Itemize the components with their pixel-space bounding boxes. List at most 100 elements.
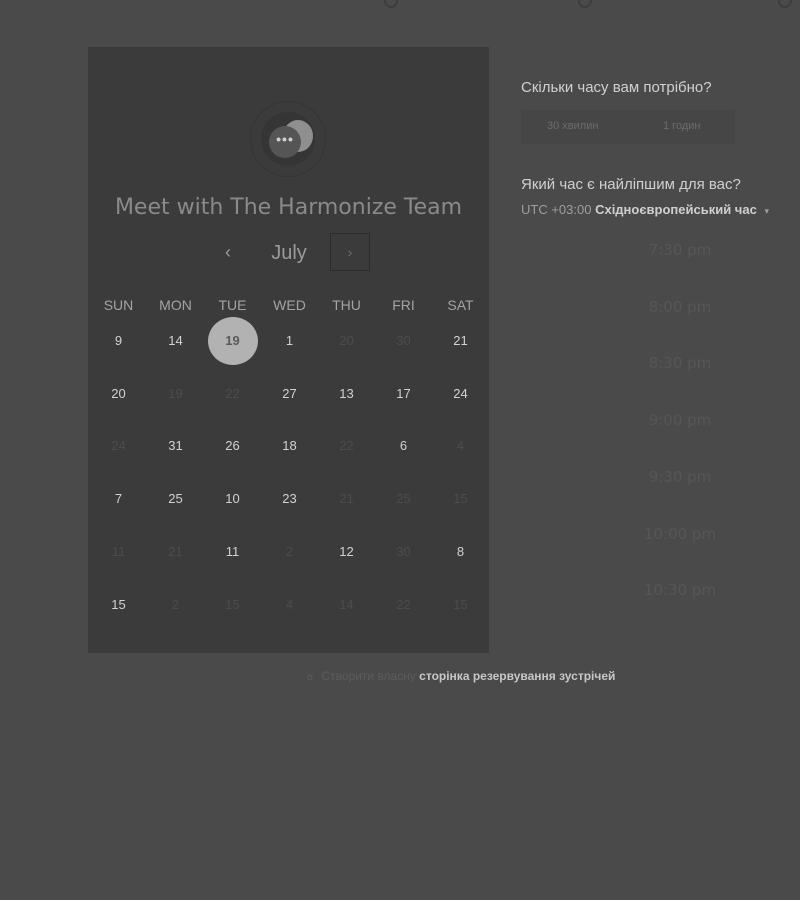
- calendar-day: 15: [432, 473, 489, 525]
- calendar-day-number: 21: [453, 333, 468, 348]
- calendar-day[interactable]: 11: [204, 526, 261, 578]
- time-question: Який час є найліпшим для вас?: [521, 176, 741, 193]
- calendar-day: 22: [318, 420, 375, 472]
- calendar-day[interactable]: 12: [318, 526, 375, 578]
- calendar-day-number: 12: [339, 543, 354, 559]
- calendar-day-number: 27: [282, 385, 297, 401]
- calendar-day: 21: [147, 526, 204, 578]
- month-navigation: ‹ July ›: [88, 233, 489, 273]
- calendar-day-number: 13: [339, 385, 354, 401]
- duration-option-1hour[interactable]: 1 годин: [663, 120, 700, 132]
- time-slot[interactable]: 9:30 pm: [605, 468, 755, 486]
- weekday-label: FRI: [392, 297, 415, 313]
- calendar-day[interactable]: 31: [147, 420, 204, 472]
- duration-option-30min[interactable]: 30 хвилин: [547, 120, 598, 132]
- chat-bubbles-icon: •••: [269, 126, 301, 158]
- calendar-day-number: 8: [456, 543, 465, 559]
- calendar-day-number: 15: [453, 596, 468, 612]
- calendar-day-number: 22: [339, 438, 354, 454]
- next-month-button[interactable]: ›: [330, 233, 370, 271]
- calendar-day[interactable]: 27: [261, 368, 318, 420]
- time-slot[interactable]: 7:30 pm: [605, 241, 755, 259]
- weekday-label: TUE: [218, 297, 247, 313]
- calendar-day[interactable]: 7: [90, 473, 147, 525]
- calendar-day-number: 25: [396, 491, 411, 507]
- calendar-day[interactable]: 23: [261, 473, 318, 525]
- weekday-label: THU: [332, 297, 361, 313]
- calendar-grid: 9 14 19 1 20 30 21 20 19 22 27 13 17 24 24 31 26 18 22 6 4 7 2…: [90, 315, 490, 635]
- calendar-day[interactable]: 26: [204, 420, 261, 472]
- time-slot[interactable]: 8:00 pm: [605, 298, 755, 316]
- calendar-day-number: 15: [453, 491, 468, 507]
- top-toolbar: [0, 0, 800, 8]
- duration-question: Скільки часу вам потрібно?: [521, 79, 712, 96]
- calendar-day: 15: [432, 579, 489, 631]
- calendar-day[interactable]: 13: [318, 368, 375, 420]
- month-label: July: [271, 242, 307, 264]
- prev-month-button[interactable]: ‹: [218, 239, 238, 265]
- calendar-day-number: 1: [285, 333, 294, 348]
- spark-icon: ☼: [305, 671, 316, 683]
- footer-prefix: Створити власну: [321, 669, 416, 683]
- calendar-day: 25: [375, 473, 432, 525]
- calendar-day-number: 19: [225, 333, 240, 348]
- calendar-day-number: 26: [225, 438, 240, 454]
- calendar-day-number: 24: [111, 438, 126, 454]
- calendar-day[interactable]: 8: [432, 526, 489, 578]
- calendar-day-number: 22: [396, 596, 411, 612]
- calendar-day-number: 11: [225, 543, 240, 559]
- time-slot[interactable]: 8:30 pm: [605, 354, 755, 372]
- toolbar-icon[interactable]: [384, 0, 398, 8]
- calendar-day-number: 24: [453, 385, 468, 401]
- calendar-day-number: 17: [396, 385, 411, 401]
- calendar-day-number: 4: [285, 596, 294, 612]
- time-slot[interactable]: 9:00 pm: [605, 411, 755, 429]
- booking-card: ••• Meet with The Harmonize Team ‹ July …: [88, 47, 489, 653]
- time-slot[interactable]: 10:30 pm: [605, 581, 755, 599]
- calendar-day-number: 2: [171, 596, 180, 612]
- chevron-down-icon: ▾: [764, 206, 769, 216]
- calendar-day: 30: [375, 315, 432, 367]
- calendar-day[interactable]: 21: [432, 315, 489, 367]
- calendar-day[interactable]: 15: [90, 579, 147, 631]
- calendar-day-number: 14: [339, 596, 354, 612]
- calendar-day: 2: [261, 526, 318, 578]
- calendar-day: 30: [375, 526, 432, 578]
- avatar-circle: •••: [261, 112, 315, 166]
- weekday-label: SUN: [103, 297, 134, 313]
- calendar-day[interactable]: 24: [432, 368, 489, 420]
- calendar-day-number: 30: [396, 543, 411, 559]
- calendar-day-number: 6: [399, 438, 408, 454]
- calendar-day-selected[interactable]: 19: [204, 315, 261, 367]
- footer-promo: ☼ Створити власну сторінка резервування …: [305, 669, 615, 683]
- toolbar-icon[interactable]: [578, 0, 592, 8]
- calendar-day[interactable]: 6: [375, 420, 432, 472]
- calendar-day[interactable]: 20: [90, 368, 147, 420]
- weekday-label: MON: [159, 297, 192, 313]
- time-slot[interactable]: 10:00 pm: [605, 525, 755, 543]
- calendar-day: 19: [147, 368, 204, 420]
- calendar-day[interactable]: 14: [147, 315, 204, 367]
- calendar-day: 4: [432, 420, 489, 472]
- calendar-day-number: 2: [285, 543, 294, 559]
- calendar-day[interactable]: 18: [261, 420, 318, 472]
- timezone-name: Східноєвропейський час: [595, 202, 757, 217]
- calendar-day: 20: [318, 315, 375, 367]
- calendar-day[interactable]: 25: [147, 473, 204, 525]
- toolbar-icon[interactable]: [778, 0, 792, 8]
- duration-selector: 30 хвилин 1 годин: [521, 110, 735, 144]
- team-avatar: •••: [250, 101, 326, 177]
- calendar-day[interactable]: 10: [204, 473, 261, 525]
- calendar-day[interactable]: 1: [261, 315, 318, 367]
- calendar-day[interactable]: 9: [90, 315, 147, 367]
- calendar-day-number: 14: [168, 333, 183, 348]
- booking-page-link[interactable]: сторінка резервування зустрічей: [419, 669, 615, 683]
- weekday-header: SUN MON TUE WED THU FRI SAT: [90, 297, 490, 317]
- calendar-day: 24: [90, 420, 147, 472]
- weekday-label: SAT: [447, 297, 474, 313]
- calendar-day: 21: [318, 473, 375, 525]
- calendar-day[interactable]: 17: [375, 368, 432, 420]
- timezone-selector[interactable]: UTC +03:00 Східноєвропейський час ▾: [521, 202, 769, 217]
- calendar-day-number: 19: [168, 385, 183, 401]
- calendar-day-number: 15: [225, 596, 240, 612]
